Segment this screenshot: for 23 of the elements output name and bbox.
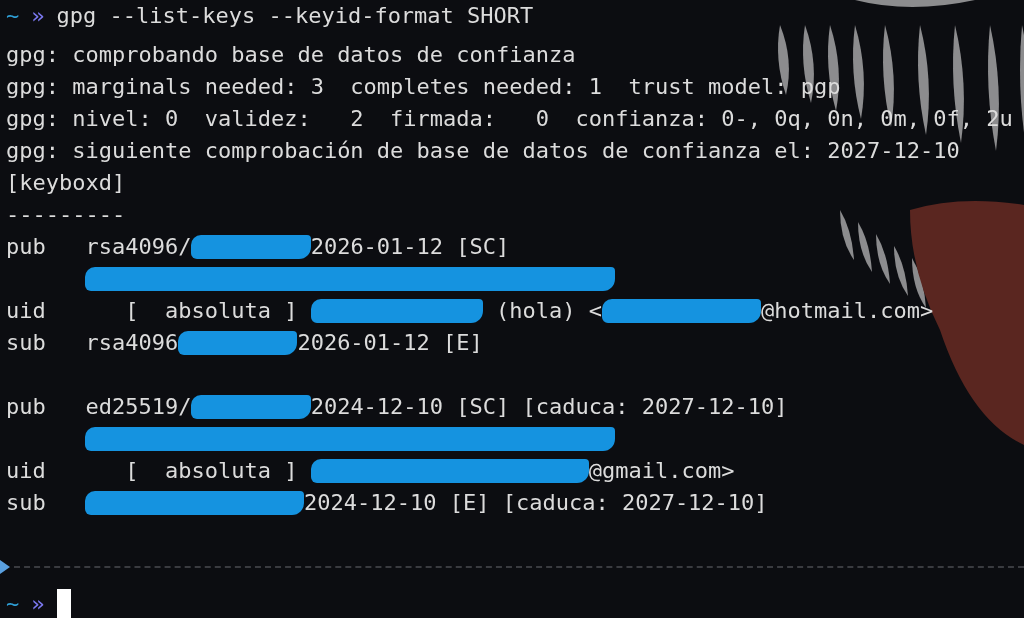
- output-text: (hola) <: [495, 297, 603, 325]
- output-text: uid [ absoluta ]: [6, 457, 299, 485]
- output-text: gpg: comprobando base de datos de confianza: [6, 41, 576, 69]
- output-text: 2026-01-12 [E]: [297, 329, 483, 357]
- output-text: [keyboxd]: [6, 169, 126, 197]
- output-text: @gmail.com>: [588, 457, 735, 485]
- output-text: sub: [6, 489, 47, 517]
- output-text: 2024-12-10 [E] [caduca: 2027-12-10]: [304, 489, 768, 517]
- output-text: pub ed25519/: [6, 393, 192, 421]
- output-text: 2026-01-12 [SC]: [310, 233, 510, 261]
- prompt-symbol: »: [31, 590, 45, 618]
- prompt-path: ~: [6, 590, 20, 618]
- prompt-symbol: »: [31, 2, 45, 30]
- output-text: 2024-12-10 [SC] [caduca: 2027-12-10]: [310, 393, 788, 421]
- command-text: gpg --list-keys --keyid-format SHORT: [56, 2, 534, 30]
- output-text: uid [ absoluta ]: [6, 297, 299, 325]
- marker-icon: [0, 560, 10, 574]
- output-text: ---------: [6, 201, 126, 229]
- output-text: @hotmail.com>: [760, 297, 934, 325]
- output-text: gpg: siguiente comprobación de base de datos de confianza el: 2027-12-10: [6, 137, 960, 165]
- output-text: sub rsa4096: [6, 329, 179, 357]
- output-text: pub rsa4096/: [6, 233, 192, 261]
- prompt-path: ~: [6, 2, 20, 30]
